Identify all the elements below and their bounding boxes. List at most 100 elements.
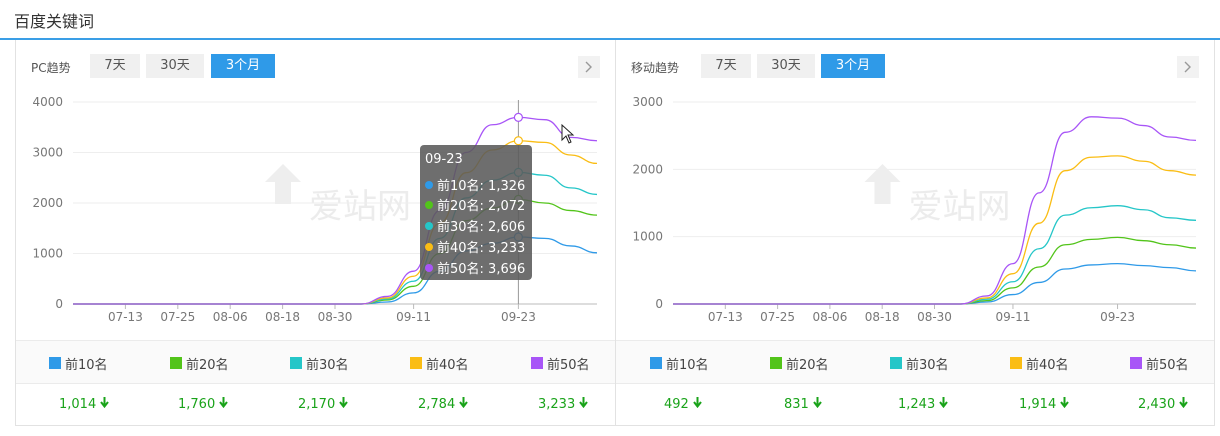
value-top50: 3,233 xyxy=(538,397,589,412)
y-tick-label: 0 xyxy=(55,297,63,311)
arrow-down-icon xyxy=(579,397,589,412)
legend-swatch xyxy=(49,357,61,369)
legend-label: 前20名 xyxy=(786,358,829,373)
legend-swatch xyxy=(1010,357,1022,369)
mobile-panel-head: 移动趋势 7天 30天 3个月 xyxy=(616,54,1214,80)
legend-swatch xyxy=(170,357,182,369)
legend-label: 前10名 xyxy=(65,358,108,373)
value-top10: 492 xyxy=(664,397,702,412)
tab-30days[interactable]: 30天 xyxy=(146,54,204,78)
y-tick-label: 4000 xyxy=(32,95,63,109)
value-top30: 2,170 xyxy=(298,397,349,412)
arrow-down-icon xyxy=(939,397,949,412)
value-top20: 831 xyxy=(784,397,822,412)
legend-label: 前30名 xyxy=(906,358,949,373)
tooltip-row: 前50名: 3,696 xyxy=(425,258,525,277)
value-top40: 1,914 xyxy=(1019,397,1070,412)
legend-swatch xyxy=(290,357,302,369)
x-tick-label: 07-13 xyxy=(108,310,143,324)
x-tick-label: 07-25 xyxy=(160,310,195,324)
value-top30: 1,243 xyxy=(898,397,949,412)
series-line xyxy=(673,236,1197,305)
chart-tooltip: 09-23 前10名: 1,326 前20名: 2,072 前30名: 2,60… xyxy=(420,145,532,280)
x-tick-label: 07-25 xyxy=(760,310,795,324)
tooltip-date: 09-23 xyxy=(425,152,463,167)
x-tick-label: 08-06 xyxy=(213,310,248,324)
legend-swatch xyxy=(650,357,662,369)
tooltip-row: 前30名: 2,606 xyxy=(425,216,525,235)
value-number: 2,170 xyxy=(298,397,336,412)
legend-label: 前40名 xyxy=(1026,358,1069,373)
x-tick-label: 08-30 xyxy=(917,310,952,324)
watermark-logo-icon xyxy=(864,164,901,204)
pc-panel-head: PC趋势 7天 30天 3个月 xyxy=(16,54,615,80)
legend-label: 前10名 xyxy=(666,358,709,373)
value-number: 2,784 xyxy=(418,397,456,412)
tooltip-text: 前30名: 2,606 xyxy=(437,220,526,235)
tooltip-dot xyxy=(425,243,433,251)
x-tick-label: 08-06 xyxy=(812,310,847,324)
series-line xyxy=(673,262,1197,305)
value-top40: 2,784 xyxy=(418,397,469,412)
watermark: 爱站网 xyxy=(864,164,1011,227)
tooltip-dot xyxy=(425,264,433,272)
value-top20: 1,760 xyxy=(178,397,229,412)
tooltip-dot xyxy=(425,222,433,230)
legend-swatch xyxy=(890,357,902,369)
arrow-down-icon xyxy=(219,397,229,412)
arrow-down-icon xyxy=(813,397,822,412)
mouse-cursor-icon xyxy=(561,124,575,144)
pc-trend-panel: PC趋势 7天 30天 3个月 爱站网 0 1000 2000 3000 4000 07-1… xyxy=(15,40,616,426)
pc-legend: 前10名 前20名 前30名 前40名 前50名 xyxy=(16,340,615,384)
arrow-down-icon xyxy=(1179,397,1189,412)
y-tick-label: 0 xyxy=(655,297,663,311)
value-number: 2,430 xyxy=(1138,397,1176,412)
watermark-text: 爱站网 xyxy=(909,187,1011,227)
arrow-down-icon xyxy=(459,397,469,412)
tooltip-row: 前10名: 1,326 xyxy=(425,175,525,194)
value-number: 1,243 xyxy=(898,397,936,412)
legend-swatch xyxy=(770,357,782,369)
legend-label: 前20名 xyxy=(186,358,229,373)
watermark: 爱站网 xyxy=(265,164,411,227)
value-number: 1,760 xyxy=(178,397,216,412)
x-tick-label: 08-18 xyxy=(265,310,300,324)
tooltip-dot xyxy=(425,181,433,189)
next-button[interactable] xyxy=(578,56,600,78)
x-tick-label: 08-18 xyxy=(865,310,900,324)
arrow-down-icon xyxy=(1060,397,1070,412)
watermark-logo-icon xyxy=(265,164,301,204)
next-button[interactable] xyxy=(1177,56,1199,78)
legend-label: 前50名 xyxy=(547,358,590,373)
pc-panel-title: PC趋势 xyxy=(31,61,71,75)
value-top50: 2,430 xyxy=(1138,397,1189,412)
tab-30days[interactable]: 30天 xyxy=(757,54,815,78)
tooltip-row: 前40名: 3,233 xyxy=(425,237,525,256)
tab-3months[interactable]: 3个月 xyxy=(821,54,885,78)
value-number: 492 xyxy=(664,397,689,412)
mobile-values: 492 831 1,243 1,914 2,430 xyxy=(616,384,1214,426)
tab-7days[interactable]: 7天 xyxy=(90,54,140,78)
x-tick-label: 09-11 xyxy=(996,310,1031,324)
tooltip-row: 前20名: 2,072 xyxy=(425,195,525,214)
arrow-down-icon xyxy=(339,397,349,412)
y-tick-label: 1000 xyxy=(32,247,63,261)
tooltip-text: 前50名: 3,696 xyxy=(437,262,526,277)
pc-values: 1,014 1,760 2,170 2,784 3,233 xyxy=(16,384,615,426)
value-number: 3,233 xyxy=(538,397,576,412)
tab-3months[interactable]: 3个月 xyxy=(211,54,275,78)
legend-label: 前50名 xyxy=(1146,358,1189,373)
tooltip-dot xyxy=(425,201,433,209)
mobile-legend: 前10名 前20名 前30名 前40名 前50名 xyxy=(616,340,1214,384)
value-number: 831 xyxy=(784,397,809,412)
legend-swatch xyxy=(410,357,422,369)
tooltip-text: 前10名: 1,326 xyxy=(437,179,526,194)
mobile-trend-panel: 移动趋势 7天 30天 3个月 爱站网 0 1000 2000 3000 07-13 07-… xyxy=(615,40,1215,426)
tab-7days[interactable]: 7天 xyxy=(701,54,751,78)
mobile-trend-chart: 爱站网 0 1000 2000 3000 07-13 07-25 08-06 08-18 08-3… xyxy=(632,95,1197,324)
page-title: 百度关键词 xyxy=(14,12,95,31)
x-tick-label: 09-23 xyxy=(1100,310,1135,324)
x-tick-label: 09-23 xyxy=(501,310,536,324)
y-tick-label: 3000 xyxy=(32,146,63,160)
legend-swatch xyxy=(1130,357,1142,369)
